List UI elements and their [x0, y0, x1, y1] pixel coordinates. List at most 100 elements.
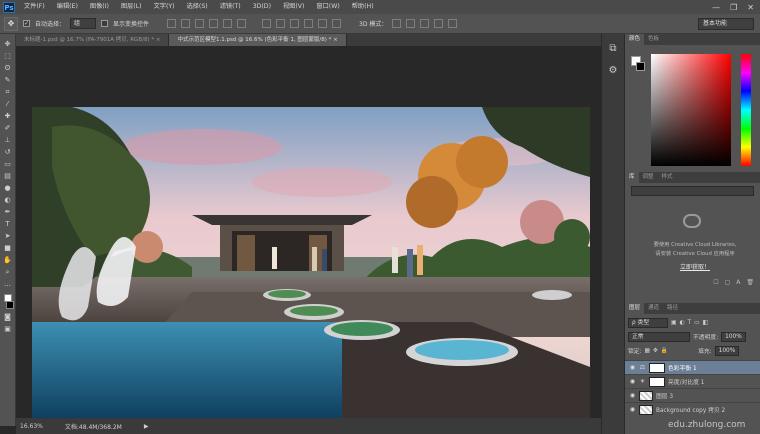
menu-window[interactable]: 窗口(W): [310, 0, 345, 14]
menu-help[interactable]: 帮助(H): [346, 0, 380, 14]
tab-document-1[interactable]: 未标题-1.psd @ 16.7% (FA-7901A 拷贝, RGB/8) *…: [16, 34, 170, 46]
filter-smart-icon[interactable]: ◧: [703, 320, 708, 326]
history-brush-tool-icon[interactable]: ↺: [3, 148, 12, 156]
quick-select-tool-icon[interactable]: ✎: [3, 76, 12, 84]
distribute-left-icon[interactable]: [304, 19, 314, 28]
add-graphic-icon[interactable]: ☐: [713, 279, 718, 288]
layer-row[interactable]: ◉ ⚖ 色彩平衡 1: [625, 360, 760, 374]
restore-icon[interactable]: ❐: [730, 3, 737, 12]
tab-swatches[interactable]: 色板: [644, 34, 663, 45]
color-picker-field[interactable]: [651, 54, 731, 166]
tab-color[interactable]: 颜色: [625, 34, 645, 45]
menu-type[interactable]: 文字(Y): [148, 0, 181, 14]
hue-slider[interactable]: [741, 54, 751, 166]
layer-mask-thumbnail[interactable]: [649, 376, 665, 387]
move-tool-icon[interactable]: ✥: [3, 40, 12, 48]
distribute-bottom-icon[interactable]: [290, 19, 300, 28]
menu-select[interactable]: 选择(S): [181, 0, 214, 14]
screen-mode-icon[interactable]: ▣: [3, 325, 12, 333]
layer-name[interactable]: Background copy 拷贝 2: [656, 405, 725, 414]
tab-libraries[interactable]: 库: [625, 172, 639, 183]
menu-filter[interactable]: 滤镜(T): [214, 0, 247, 14]
blend-mode-dropdown[interactable]: 正常: [628, 331, 690, 342]
filter-pixel-icon[interactable]: ▣: [671, 320, 676, 326]
3d-rotate-icon[interactable]: [392, 19, 402, 28]
distribute-hcenter-icon[interactable]: [318, 19, 328, 28]
brush-tool-icon[interactable]: ✐: [3, 124, 12, 132]
3d-roll-icon[interactable]: [406, 19, 416, 28]
dodge-tool-icon[interactable]: ◐: [3, 196, 12, 204]
align-left-icon[interactable]: [209, 19, 219, 28]
eye-icon[interactable]: ◉: [629, 378, 636, 385]
pen-tool-icon[interactable]: ✒: [3, 208, 12, 216]
library-dropdown[interactable]: [631, 186, 754, 196]
tab-styles[interactable]: 样式: [658, 172, 677, 183]
eraser-tool-icon[interactable]: ▭: [3, 160, 12, 168]
minimize-icon[interactable]: —: [712, 3, 720, 12]
layer-thumbnail[interactable]: [639, 390, 653, 401]
3d-slide-icon[interactable]: [434, 19, 444, 28]
lock-position-icon[interactable]: ✥: [653, 348, 658, 354]
menu-3d[interactable]: 3D(D): [247, 0, 277, 14]
add-text-icon[interactable]: A: [736, 279, 740, 288]
filter-adjust-icon[interactable]: ◐: [679, 320, 684, 326]
add-color-icon[interactable]: ▢: [725, 279, 731, 288]
eye-icon[interactable]: ◉: [629, 364, 636, 371]
layer-row[interactable]: ◉ 图层 3: [625, 388, 760, 402]
align-vcenter-icon[interactable]: [181, 19, 191, 28]
distribute-vcenter-icon[interactable]: [276, 19, 286, 28]
shape-tool-icon[interactable]: ■: [3, 244, 12, 252]
status-menu-icon[interactable]: ▶: [144, 423, 149, 430]
eyedropper-tool-icon[interactable]: ⁄: [3, 100, 12, 108]
delete-icon[interactable]: 🗑: [746, 279, 754, 288]
tab-layers[interactable]: 图层: [625, 303, 645, 314]
3d-pan-icon[interactable]: [420, 19, 430, 28]
path-select-tool-icon[interactable]: ➤: [3, 232, 12, 240]
menu-layer[interactable]: 图层(L): [115, 0, 148, 14]
artwork-image[interactable]: [32, 107, 590, 418]
layer-kind-filter[interactable]: ρ 类型: [628, 317, 668, 328]
layer-name[interactable]: 色彩平衡 1: [668, 363, 697, 372]
menu-file[interactable]: 文件(F): [18, 0, 51, 14]
zoom-level[interactable]: 16.63%: [20, 423, 43, 430]
zoom-tool-icon[interactable]: ⌕: [3, 268, 12, 276]
filter-shape-icon[interactable]: ▭: [694, 320, 699, 326]
fill-input[interactable]: 100%: [714, 345, 740, 356]
tab-channels[interactable]: 通道: [644, 303, 663, 314]
layer-row[interactable]: ◉ Background copy 拷贝 2: [625, 402, 760, 416]
tab-document-2[interactable]: 中式示范区模型1.1.psd @ 16.6% (色彩平衡 1, 图层蒙版/8) …: [169, 34, 347, 46]
layer-name[interactable]: 图层 3: [656, 391, 673, 400]
tab-paths[interactable]: 路径: [663, 303, 682, 314]
hand-tool-icon[interactable]: ✋: [3, 256, 12, 264]
crop-tool-icon[interactable]: ⌗: [3, 88, 12, 96]
menu-edit[interactable]: 编辑(E): [51, 0, 84, 14]
layer-thumbnail[interactable]: [639, 404, 653, 415]
healing-brush-tool-icon[interactable]: ✚: [3, 112, 12, 120]
move-tool-preset-icon[interactable]: ✥: [4, 16, 18, 31]
layer-name[interactable]: 亮度/对比度 1: [668, 377, 704, 386]
color-background-swatch[interactable]: [636, 62, 645, 71]
quick-mask-icon[interactable]: ◙: [3, 313, 12, 321]
align-right-icon[interactable]: [237, 19, 247, 28]
gradient-tool-icon[interactable]: ▤: [3, 172, 12, 180]
marquee-tool-icon[interactable]: ⬚: [3, 52, 12, 60]
show-transform-checkbox[interactable]: [101, 20, 109, 27]
layer-row[interactable]: ◉ ☀ 亮度/对比度 1: [625, 374, 760, 388]
eye-icon[interactable]: ◉: [629, 392, 636, 399]
lock-pixels-icon[interactable]: ▦: [645, 348, 650, 354]
properties-panel-icon[interactable]: ⚙: [606, 64, 620, 78]
tab-adjustments[interactable]: 调整: [639, 172, 658, 183]
auto-select-checkbox[interactable]: ✓: [23, 20, 30, 27]
more-tools-icon[interactable]: …: [3, 280, 12, 288]
type-tool-icon[interactable]: T: [3, 220, 12, 228]
lock-all-icon[interactable]: 🔒: [661, 348, 668, 354]
auto-select-dropdown[interactable]: 组: [70, 18, 97, 29]
close-icon[interactable]: ✕: [747, 3, 754, 12]
blur-tool-icon[interactable]: ●: [3, 184, 12, 192]
canvas-area[interactable]: [16, 46, 601, 418]
menu-view[interactable]: 视图(V): [277, 0, 310, 14]
background-color-swatch[interactable]: [6, 301, 14, 309]
workspace-dropdown[interactable]: 基本功能: [698, 18, 754, 30]
distribute-top-icon[interactable]: [262, 19, 272, 28]
layer-mask-thumbnail[interactable]: [649, 362, 665, 373]
